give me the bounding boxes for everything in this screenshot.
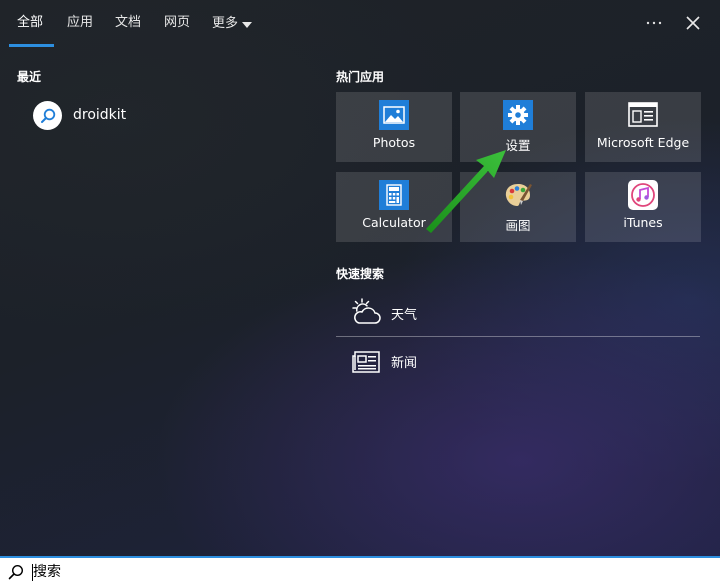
- settings-gear-icon: [503, 100, 533, 130]
- start-search-panel: 全部 应用 文档 网页 更多 最近 droidkit 热门应用 Photos 设…: [0, 0, 720, 556]
- app-tile-settings[interactable]: 设置: [460, 92, 576, 162]
- close-icon: [686, 16, 700, 30]
- tab-all[interactable]: 全部: [17, 14, 43, 34]
- tab-apps[interactable]: 应用: [67, 14, 93, 34]
- app-tile-label: iTunes: [623, 215, 663, 230]
- chevron-down-icon: [242, 21, 253, 28]
- quick-search-label: 新闻: [391, 356, 418, 371]
- app-tile-itunes[interactable]: iTunes: [585, 172, 701, 242]
- top-apps-title: 热门应用: [336, 70, 385, 84]
- app-tile-label: Photos: [372, 135, 416, 150]
- app-tile-label: Calculator: [362, 215, 426, 230]
- close-button[interactable]: [681, 11, 705, 35]
- search-bar: [0, 556, 720, 586]
- edge-icon: [628, 100, 658, 130]
- app-tile-label: 设置: [505, 138, 531, 153]
- weather-icon: [350, 297, 382, 327]
- tab-bar: 全部 应用 文档 网页 更多: [0, 0, 720, 48]
- paint-palette-icon: [503, 180, 533, 210]
- tab-more-label: 更多: [212, 16, 239, 31]
- tab-more[interactable]: 更多: [212, 14, 253, 34]
- app-tile-photos[interactable]: Photos: [336, 92, 452, 162]
- quick-search-news[interactable]: 新闻: [336, 340, 700, 380]
- calculator-icon: [379, 180, 409, 210]
- quick-search-weather[interactable]: 天气: [336, 292, 700, 332]
- recent-item-droidkit[interactable]: droidkit: [28, 98, 308, 136]
- app-tile-paint[interactable]: 画图: [460, 172, 576, 242]
- recent-title: 最近: [17, 70, 42, 84]
- news-icon: [350, 345, 382, 375]
- photos-icon: [379, 100, 409, 130]
- search-icon: [33, 101, 62, 130]
- app-tile-label: Microsoft Edge: [596, 135, 690, 150]
- tab-web[interactable]: 网页: [164, 14, 190, 34]
- quick-search-title: 快速搜索: [336, 267, 385, 281]
- active-tab-indicator: [9, 44, 54, 47]
- search-input[interactable]: [33, 560, 703, 584]
- recent-item-label: droidkit: [73, 107, 127, 123]
- app-tile-label: 画图: [505, 218, 531, 233]
- divider: [336, 336, 700, 337]
- ellipsis-icon: [646, 21, 662, 25]
- app-tile-microsoft-edge[interactable]: Microsoft Edge: [585, 92, 701, 162]
- tab-documents[interactable]: 文档: [115, 14, 141, 34]
- more-options-button[interactable]: [641, 11, 667, 35]
- quick-search-label: 天气: [391, 308, 418, 323]
- app-tile-calculator[interactable]: Calculator: [336, 172, 452, 242]
- search-icon: [8, 564, 24, 580]
- itunes-icon: [628, 180, 658, 210]
